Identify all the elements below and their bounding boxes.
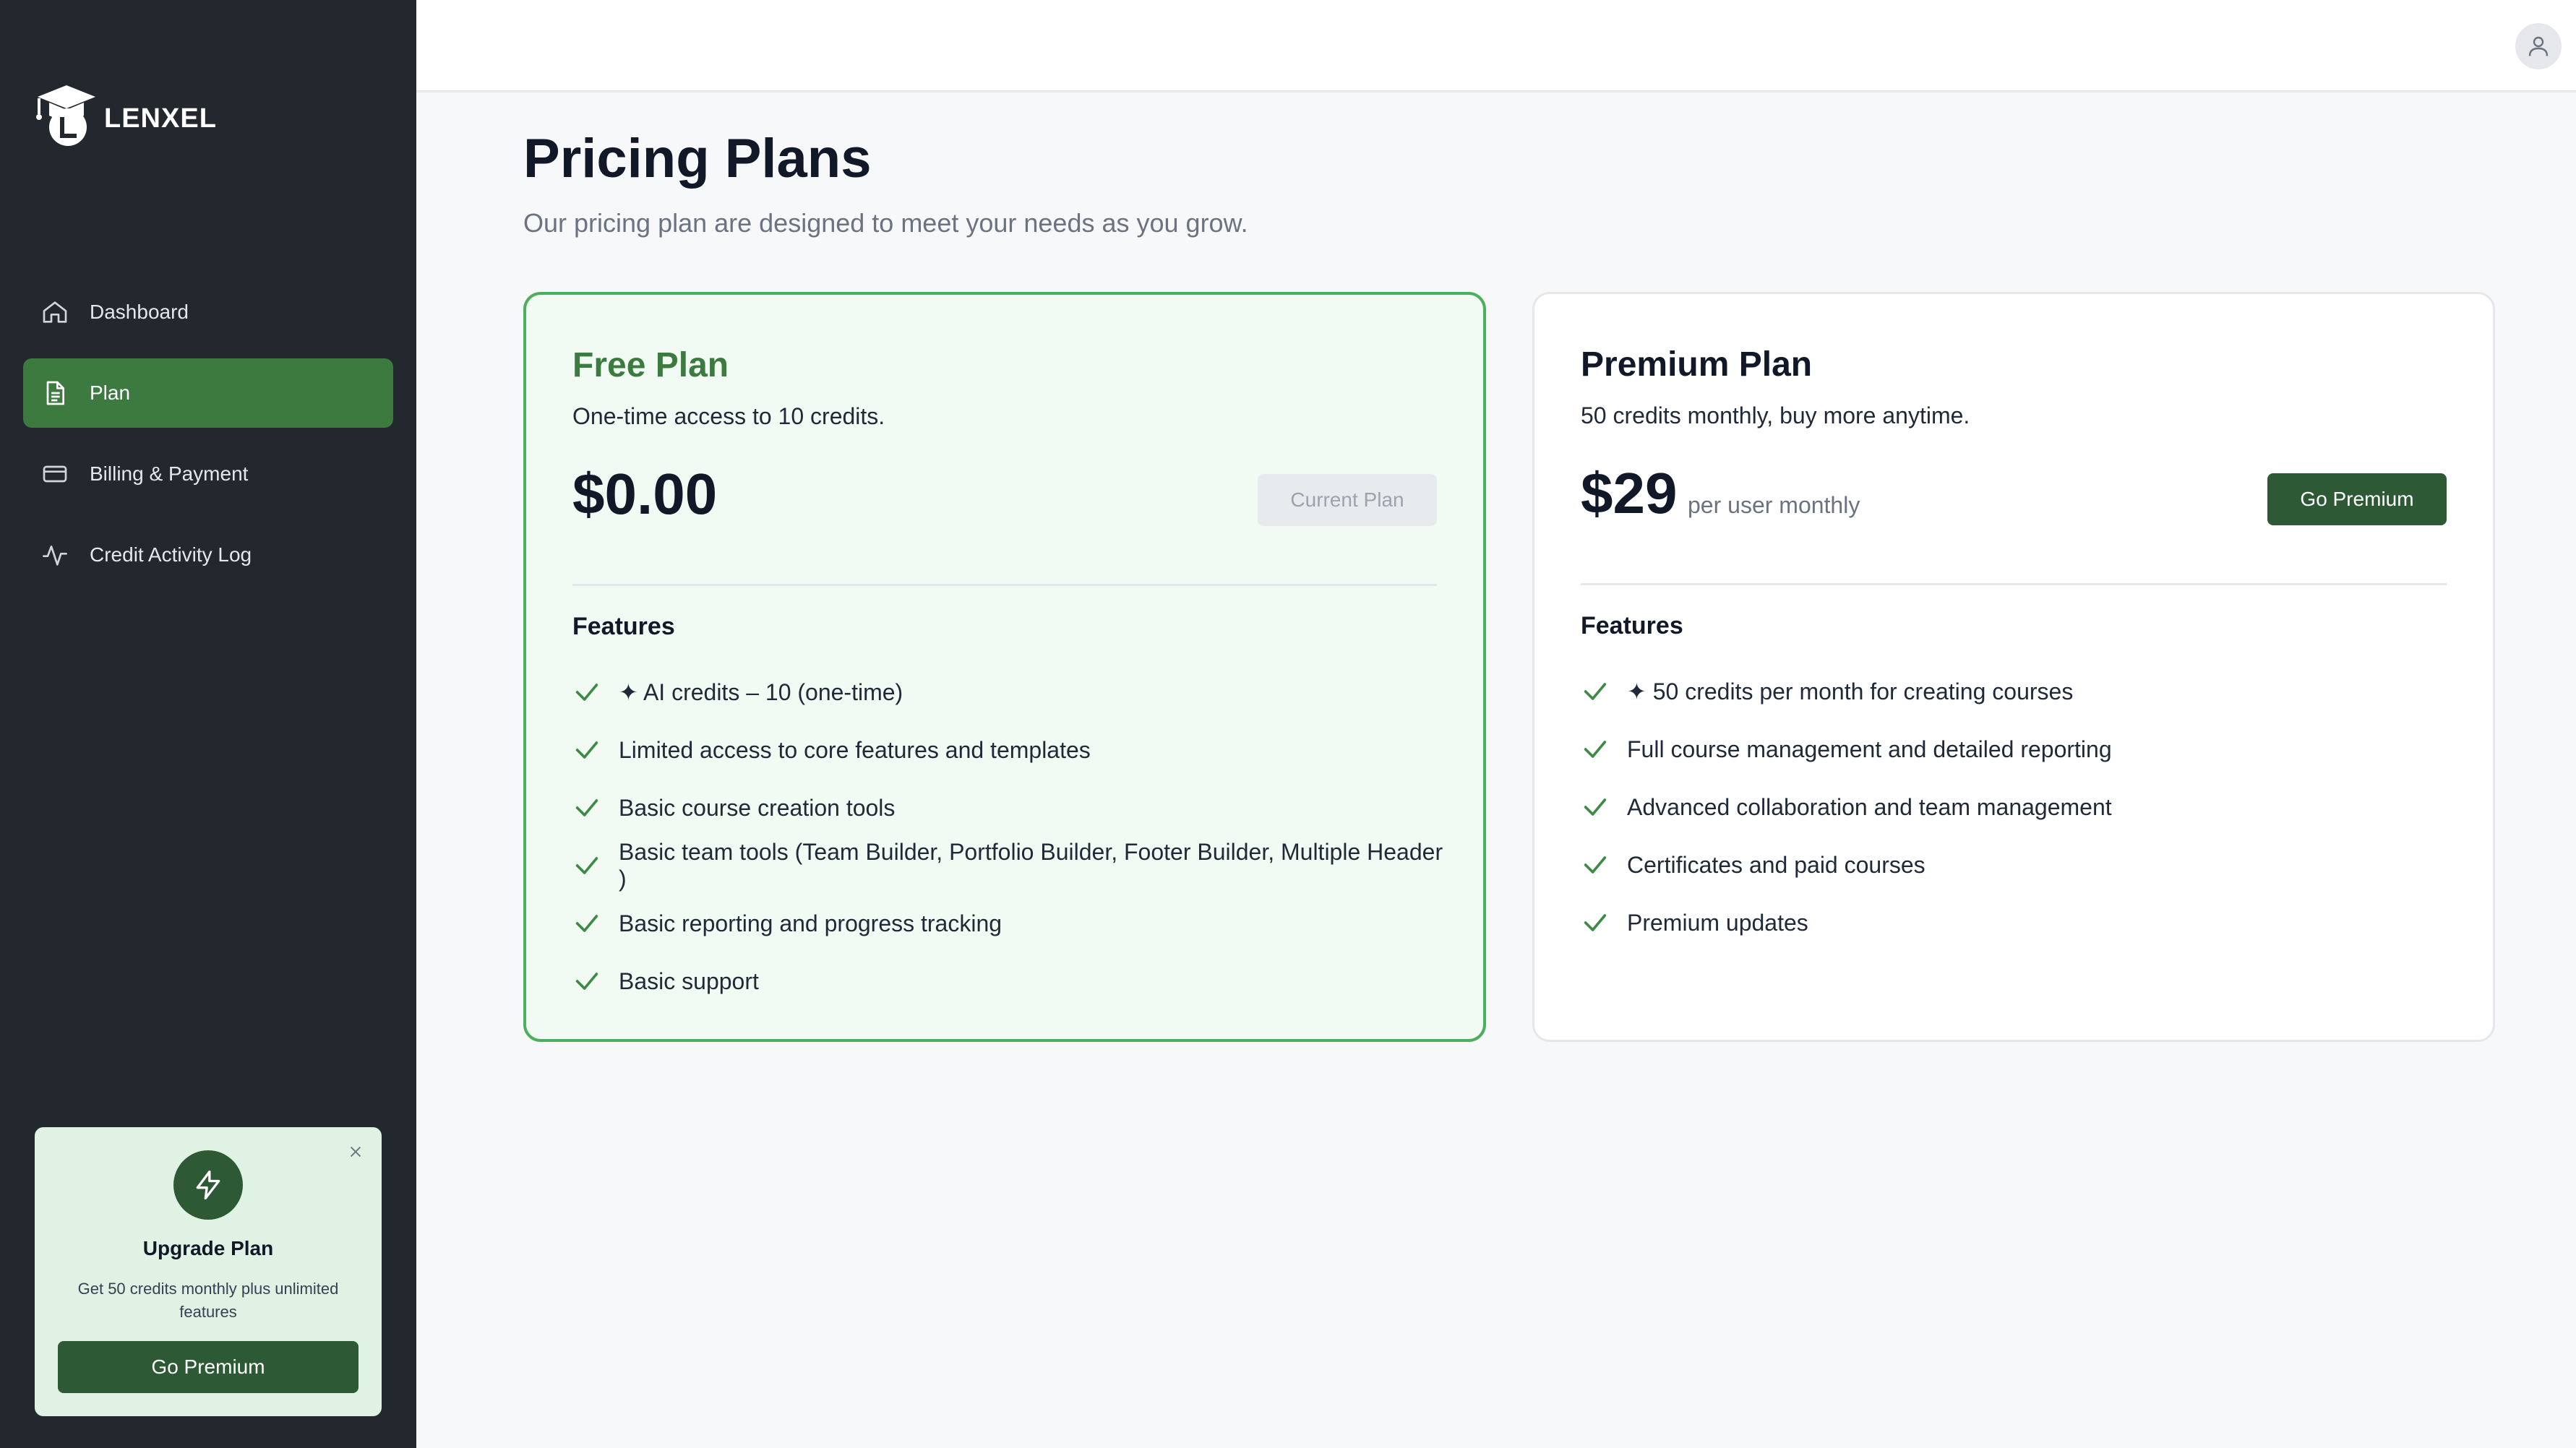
divider bbox=[1581, 583, 2447, 585]
checkmark-icon bbox=[572, 909, 601, 938]
activity-icon bbox=[40, 540, 69, 569]
plan-price: $29 bbox=[1581, 461, 1678, 525]
brand-name: LENXEL bbox=[104, 103, 217, 134]
avatar[interactable] bbox=[2515, 23, 2562, 69]
upgrade-title: Upgrade Plan bbox=[142, 1237, 274, 1259]
upgrade-description: Get 50 credits monthly plus unlimited fe… bbox=[77, 1280, 339, 1321]
checkmark-icon bbox=[1581, 850, 1610, 879]
feature-text: Certificates and paid courses bbox=[1627, 851, 1925, 878]
sidebar: LENXEL Dashboard Plan Billing & Payment … bbox=[0, 0, 416, 1448]
checkmark-icon bbox=[1581, 793, 1610, 822]
credit-card-icon bbox=[40, 460, 69, 488]
plan-price: $0.00 bbox=[572, 462, 718, 526]
list-item: ✦ 50 credits per month for creating cour… bbox=[1581, 663, 2464, 720]
plan-description: 50 credits monthly, buy more anytime. bbox=[1581, 402, 1970, 428]
checkmark-icon bbox=[572, 678, 601, 707]
list-item: Basic team tools (Team Builder, Portfoli… bbox=[572, 837, 1454, 895]
list-item: Basic course creation tools bbox=[572, 779, 1454, 837]
feature-text: Basic reporting and progress tracking bbox=[619, 910, 1003, 936]
checkmark-icon bbox=[1581, 908, 1610, 937]
list-item: Certificates and paid courses bbox=[1581, 836, 2464, 894]
features-heading: Features bbox=[572, 613, 675, 640]
sidebar-item-billing[interactable]: Billing & Payment bbox=[23, 439, 393, 509]
list-item: Limited access to core features and temp… bbox=[572, 721, 1454, 779]
feature-text: Premium updates bbox=[1627, 909, 1808, 936]
sidebar-item-dashboard[interactable]: Dashboard bbox=[23, 277, 393, 347]
feature-list: ✦ AI credits – 10 (one-time) Limited acc… bbox=[572, 663, 1454, 1010]
sidebar-item-label: Credit Activity Log bbox=[90, 543, 252, 566]
sidebar-item-label: Dashboard bbox=[90, 301, 189, 323]
feature-text: Basic support bbox=[619, 968, 759, 994]
page-subtitle: Our pricing plan are designed to meet yo… bbox=[523, 208, 1248, 238]
current-plan-button[interactable]: Current Plan bbox=[1258, 474, 1437, 526]
close-icon[interactable] bbox=[344, 1140, 367, 1163]
sidebar-item-label: Billing & Payment bbox=[90, 462, 249, 485]
upgrade-go-premium-button[interactable]: Go Premium bbox=[58, 1341, 359, 1393]
features-heading: Features bbox=[1581, 612, 1683, 639]
page-title: Pricing Plans bbox=[523, 128, 872, 189]
feature-text: Advanced collaboration and team manageme… bbox=[1627, 793, 2112, 820]
document-icon bbox=[40, 379, 69, 408]
divider bbox=[572, 584, 1437, 586]
feature-text: Basic team tools (Team Builder, Portfoli… bbox=[619, 839, 1443, 892]
sidebar-nav: Dashboard Plan Billing & Payment Credit … bbox=[23, 277, 393, 601]
plan-name: Free Plan bbox=[572, 346, 729, 384]
home-icon bbox=[40, 298, 69, 327]
list-item: Basic reporting and progress tracking bbox=[572, 895, 1454, 952]
brand-logo[interactable]: LENXEL bbox=[35, 82, 217, 149]
upgrade-plan-card: Upgrade Plan Get 50 credits monthly plus… bbox=[35, 1127, 382, 1416]
list-item: Premium updates bbox=[1581, 894, 2464, 952]
checkmark-icon bbox=[1581, 677, 1610, 706]
top-bar bbox=[416, 0, 2576, 92]
sidebar-item-credit-activity-log[interactable]: Credit Activity Log bbox=[23, 520, 393, 590]
list-item: Advanced collaboration and team manageme… bbox=[1581, 778, 2464, 836]
list-item: Full course management and detailed repo… bbox=[1581, 720, 2464, 778]
feature-text: ✦ 50 credits per month for creating cour… bbox=[1627, 678, 2074, 704]
premium-plan-card: Premium Plan 50 credits monthly, buy mor… bbox=[1532, 292, 2495, 1042]
free-plan-card: Free Plan One-time access to 10 credits.… bbox=[523, 292, 1486, 1042]
feature-text: Limited access to core features and temp… bbox=[619, 736, 1091, 763]
sidebar-item-plan[interactable]: Plan bbox=[23, 358, 393, 428]
feature-text: Basic course creation tools bbox=[619, 794, 896, 821]
plan-name: Premium Plan bbox=[1581, 345, 1813, 384]
feature-text: Full course management and detailed repo… bbox=[1627, 736, 2112, 762]
feature-list: ✦ 50 credits per month for creating cour… bbox=[1581, 663, 2464, 952]
lightning-bolt-icon bbox=[173, 1150, 243, 1220]
list-item: Basic support bbox=[572, 952, 1454, 1010]
checkmark-icon bbox=[572, 967, 601, 996]
checkmark-icon bbox=[572, 851, 601, 880]
plan-description: One-time access to 10 credits. bbox=[572, 403, 885, 429]
user-icon bbox=[2528, 36, 2549, 56]
checkmark-icon bbox=[572, 793, 601, 822]
sidebar-item-label: Plan bbox=[90, 382, 131, 404]
price-note: per user monthly bbox=[1688, 492, 1860, 518]
checkmark-icon bbox=[1581, 735, 1610, 764]
graduation-cap-logo-icon bbox=[36, 85, 95, 146]
feature-text: ✦ AI credits – 10 (one-time) bbox=[619, 679, 903, 705]
list-item: ✦ AI credits – 10 (one-time) bbox=[572, 663, 1454, 721]
go-premium-button[interactable]: Go Premium bbox=[2267, 473, 2447, 525]
checkmark-icon bbox=[572, 736, 601, 764]
